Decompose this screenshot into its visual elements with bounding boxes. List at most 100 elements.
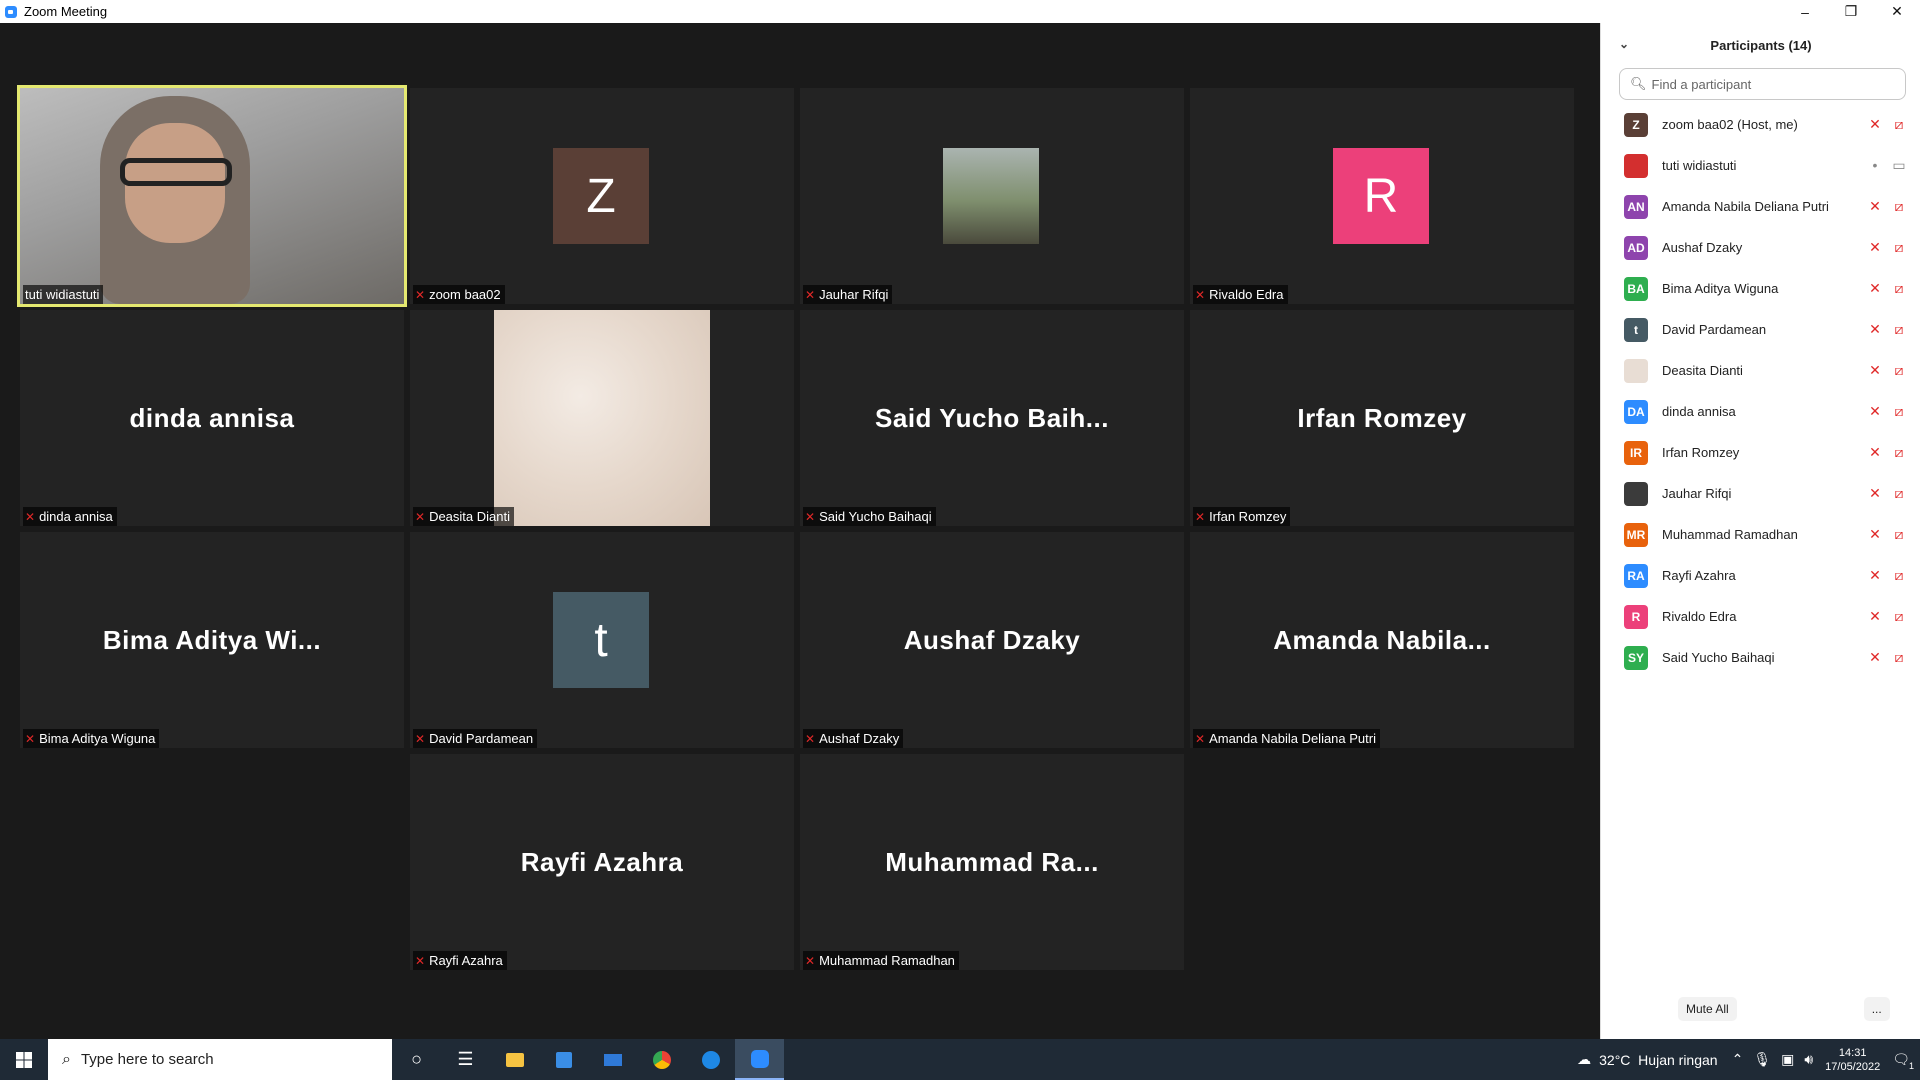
find-participant-search[interactable]: 🔍︎ Find a participant	[1619, 68, 1906, 100]
microphone-icon[interactable]: 🎙︎	[1753, 1051, 1771, 1068]
participant-row[interactable]: Zzoom baa02 (Host, me) ✕ ⧄	[1601, 104, 1920, 145]
participant-name: Irfan Romzey	[1209, 509, 1287, 524]
video-off-icon[interactable]: ⧄	[1891, 444, 1907, 461]
participant-row[interactable]: Deasita Dianti ✕ ⧄	[1601, 350, 1920, 391]
participant-row[interactable]: tuti widiastuti • ▭	[1601, 145, 1920, 186]
minimize-icon[interactable]: –	[1782, 0, 1828, 23]
video-tile[interactable]: Amanda Nabila... ✕ Amanda Nabila Deliana P…	[1190, 532, 1574, 748]
muted-mic-icon[interactable]: ✕	[1867, 362, 1883, 379]
participant-row[interactable]: MR Muhammad Ramadhan ✕ ⧄	[1601, 514, 1920, 555]
muted-mic-icon[interactable]: ✕	[1867, 485, 1883, 502]
video-off-icon[interactable]: ⧄	[1891, 239, 1907, 256]
participant-row[interactable]: Jauhar Rifqi ✕ ⧄	[1601, 473, 1920, 514]
video-tile[interactable]: dinda annisa ✕ dinda annisa	[20, 310, 404, 526]
video-tile[interactable]: t ✕ David Pardamean	[410, 532, 794, 748]
mic-icon[interactable]: •	[1867, 157, 1883, 174]
weather-icon: ☁	[1577, 1051, 1592, 1067]
video-off-icon[interactable]: ⧄	[1891, 526, 1907, 543]
video-tile[interactable]: Said Yucho Baih... ✕ Said Yucho Baihaqi	[800, 310, 1184, 526]
collapse-chevron-icon[interactable]: ⌄	[1619, 37, 1629, 51]
taskbar-search[interactable]: ⌕ Type here to search	[48, 1039, 392, 1080]
muted-mic-icon[interactable]: ✕	[1867, 239, 1883, 256]
participant-row[interactable]: t David Pardamean ✕ ⧄	[1601, 309, 1920, 350]
teamviewer-icon[interactable]	[686, 1039, 735, 1080]
search-placeholder: Find a participant	[1651, 76, 1752, 92]
avatar	[1624, 153, 1648, 178]
more-options-button[interactable]: ...	[1863, 997, 1890, 1021]
video-tile[interactable]: Rayfi Azahra ✕ Rayfi Azahra	[410, 754, 794, 970]
name-label: ✕ Irfan Romzey	[1193, 507, 1291, 526]
muted-mic-icon[interactable]: ✕	[1867, 116, 1883, 133]
muted-mic-icon[interactable]: ✕	[1867, 321, 1883, 338]
avatar: t	[553, 592, 649, 688]
participant-row[interactable]: IR Irfan Romzey ✕ ⧄	[1601, 432, 1920, 473]
muted-mic-icon[interactable]: ✕	[1867, 649, 1883, 666]
participant-row[interactable]: RA Rayfi Azahra ✕ ⧄	[1601, 555, 1920, 596]
muted-mic-icon[interactable]: ✕	[1867, 280, 1883, 297]
participant-name: tuti widiastuti	[1662, 158, 1737, 173]
name-label: ✕ Said Yucho Baihaqi	[803, 507, 936, 526]
clock[interactable]: 14:31 17/05/2022	[1825, 1046, 1880, 1074]
video-off-icon[interactable]: ⧄	[1891, 485, 1907, 502]
task-view-icon[interactable]: ☰	[441, 1039, 490, 1080]
notifications-icon[interactable]: 🗨︎ 1	[1892, 1051, 1914, 1071]
muted-mic-icon: ✕	[415, 731, 426, 746]
video-icon[interactable]: ▭	[1891, 157, 1907, 174]
video-tile[interactable]: R ✕ Rivaldo Edra	[1190, 88, 1574, 304]
video-tile[interactable]: Z ✕ zoom baa02	[410, 88, 794, 304]
participant-name: Muhammad Ramadhan	[819, 953, 955, 968]
video-tile[interactable]: Muhammad Ra... ✕ Muhammad Ramadhan	[800, 754, 1184, 970]
mute-all-button[interactable]: Mute All	[1678, 997, 1737, 1021]
store-icon[interactable]	[539, 1039, 588, 1080]
video-tile[interactable]: ✕ Deasita Dianti	[410, 310, 794, 526]
start-button[interactable]	[0, 1039, 48, 1080]
participant-row[interactable]: BA Bima Aditya Wiguna ✕ ⧄	[1601, 268, 1920, 309]
video-off-icon[interactable]: ⧄	[1891, 321, 1907, 338]
participant-display-name: Amanda Nabila...	[1273, 624, 1491, 655]
video-tile[interactable]: Bima Aditya Wi... ✕ Bima Aditya Wiguna	[20, 532, 404, 748]
close-icon[interactable]: ✕	[1874, 0, 1920, 23]
muted-mic-icon[interactable]: ✕	[1867, 403, 1883, 420]
chrome-icon[interactable]	[637, 1039, 686, 1080]
network-icon[interactable]: ▣	[1781, 1051, 1794, 1068]
video-off-icon[interactable]: ⧄	[1891, 649, 1907, 666]
video-off-icon[interactable]: ⧄	[1891, 362, 1907, 379]
tray-chevron-icon[interactable]: ⌃	[1732, 1051, 1744, 1068]
muted-mic-icon[interactable]: ✕	[1867, 526, 1883, 543]
participant-row[interactable]: AN Amanda Nabila Deliana Putri ✕ ⧄	[1601, 186, 1920, 227]
participant-name: Bima Aditya Wiguna	[39, 731, 156, 746]
video-tile[interactable]: Aushaf Dzaky ✕ Aushaf Dzaky	[800, 532, 1184, 748]
volume-icon[interactable]: 🔊︎	[1804, 1051, 1813, 1068]
weather-text[interactable]: 32°C Hujan ringan	[1599, 1052, 1717, 1068]
participant-row[interactable]: AD Aushaf Dzaky ✕ ⧄	[1601, 227, 1920, 268]
video-off-icon[interactable]: ⧄	[1891, 198, 1907, 215]
notification-count: 1	[1908, 1061, 1914, 1071]
muted-mic-icon[interactable]: ✕	[1867, 198, 1883, 215]
video-off-icon[interactable]: ⧄	[1891, 608, 1907, 625]
video-tile[interactable]: Irfan Romzey ✕ Irfan Romzey	[1190, 310, 1574, 526]
window-title: Zoom Meeting	[24, 4, 108, 19]
video-tile[interactable]: ✕ Jauhar Rifqi	[800, 88, 1184, 304]
participant-row[interactable]: R Rivaldo Edra ✕ ⧄	[1601, 596, 1920, 637]
avatar: AD	[1624, 235, 1648, 260]
video-off-icon[interactable]: ⧄	[1891, 116, 1907, 133]
windows-logo-icon	[16, 1051, 32, 1068]
mail-icon[interactable]	[588, 1039, 637, 1080]
zoom-app-icon[interactable]	[735, 1039, 784, 1080]
file-explorer-icon[interactable]	[490, 1039, 539, 1080]
restore-icon[interactable]: ❐	[1828, 0, 1874, 23]
avatar	[1624, 358, 1648, 383]
participants-title: Participants (14)	[1710, 38, 1812, 53]
video-off-icon[interactable]: ⧄	[1891, 567, 1907, 584]
participant-row[interactable]: SY Said Yucho Baihaqi ✕ ⧄	[1601, 637, 1920, 678]
participant-row[interactable]: DA dinda annisa ✕ ⧄	[1601, 391, 1920, 432]
participant-name: zoom baa02 (Host, me)	[1662, 117, 1798, 132]
cortana-icon[interactable]: ○	[392, 1039, 441, 1080]
video-off-icon[interactable]: ⧄	[1891, 280, 1907, 297]
muted-mic-icon[interactable]: ✕	[1867, 567, 1883, 584]
muted-mic-icon[interactable]: ✕	[1867, 444, 1883, 461]
avatar: SY	[1624, 645, 1648, 670]
video-off-icon[interactable]: ⧄	[1891, 403, 1907, 420]
muted-mic-icon[interactable]: ✕	[1867, 608, 1883, 625]
video-tile[interactable]: tuti widiastuti	[17, 85, 407, 307]
